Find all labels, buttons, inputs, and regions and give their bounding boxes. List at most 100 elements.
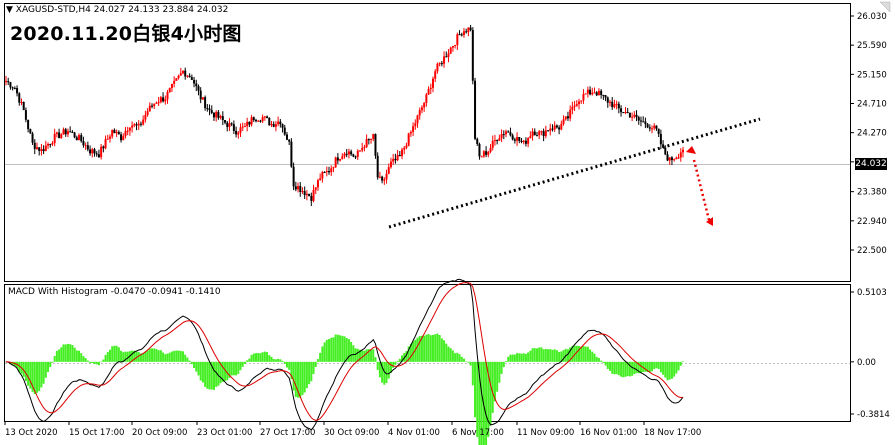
candle-body [120,134,123,141]
macd-histogram-bar [186,357,189,362]
candle-body [243,126,246,128]
macd-histogram-bar [153,348,156,362]
candle-body [190,77,193,80]
macd-histogram-bar [511,354,514,362]
macd-histogram-bar [423,335,426,362]
macd-histogram-bar [270,356,273,362]
macd-histogram-bar [378,361,381,378]
macd-histogram-bar [259,353,262,362]
macd-histogram-bar [668,361,671,380]
candle-body [454,44,457,46]
candle-body [177,75,180,79]
macd-histogram-bar [71,345,74,362]
corner-fold-icon[interactable] [878,0,892,14]
candle-body [358,150,361,152]
candle-body [135,124,138,126]
macd-histogram-bar [201,361,204,383]
candle-body [527,138,530,144]
time-axis: 13 Oct 2020 15 Oct 17:00 20 Oct 09:00 23 Oc… [4,421,701,438]
macd-histogram-bar [425,334,428,362]
macd-histogram-bar [159,350,162,362]
candle-body [412,126,415,132]
candle-body [248,121,251,125]
macd-histogram-bar [108,349,111,362]
candle-body [146,111,149,115]
candle-body [345,153,348,155]
candle-body [330,168,333,173]
candle-body [631,116,634,118]
candle-body [40,149,43,152]
macd-histogram-bar [162,352,165,362]
macd-histogram-bar [639,361,642,373]
candle-body [144,114,147,120]
macd-histogram-bar [449,348,452,362]
macd-histogram-bar [558,351,561,362]
macd-histogram-bar [248,358,251,362]
macd-histogram-bar [343,336,346,362]
candle-body [438,63,441,65]
macd-histogram-bar [58,349,61,362]
candle-body [292,166,295,187]
macd-histogram-bar [544,348,547,362]
candle-body [294,186,297,190]
dropdown-arrow-icon[interactable]: ▼ [6,5,13,15]
macd-histogram-bar [170,351,173,362]
macd-histogram-bar [336,334,339,362]
macd-histogram-bar [670,361,673,379]
macd-histogram-bar [115,345,118,362]
macd-histogram-bar [451,350,454,362]
candle-body [465,31,468,33]
price-tick-label: 25.590 [857,41,887,51]
macd-tick-label: 0.00 [857,358,876,368]
candle-body [29,129,32,134]
candle-body [319,178,322,181]
macd-histogram-bar [465,361,468,362]
macd-histogram-bar [117,347,120,362]
macd-histogram-bar [542,349,545,362]
candle-body [66,131,69,135]
candle-body [27,119,30,130]
candle-body [257,120,260,122]
macd-histogram-bar [113,345,116,362]
macd-histogram-bar [263,351,266,362]
candle-body [173,80,176,84]
candle-body [516,137,519,141]
candle-body [263,116,266,118]
macd-histogram-bar [310,361,313,382]
macd-histogram-bar [416,337,419,362]
candle-body [80,135,83,142]
candle-body [462,31,465,35]
current-price-tag: 24.032 [855,158,887,170]
macd-histogram-bar [653,361,656,370]
time-tick-label: 30 Oct 09:00 [324,428,379,438]
candle-body [624,112,627,114]
macd-histogram-bar [325,339,328,362]
candle-body [47,144,50,146]
candle-body [314,187,317,190]
macd-histogram-bar [458,354,461,362]
candle-body [518,137,521,141]
macd-histogram-bar [673,361,676,377]
macd-histogram-bar [206,361,209,389]
candle-body [142,119,145,125]
candle-body [164,99,167,102]
macd-histogram-bar [146,350,149,362]
candle-body [644,121,647,125]
macd-histogram-bar [64,344,67,362]
candle-body [542,131,545,137]
macd-histogram-bar [168,352,171,362]
candle-body [266,116,269,119]
macd-histogram-bar [91,361,94,364]
candle-body [122,136,125,141]
candle-body [261,117,264,122]
candle-body [467,27,470,33]
time-tick-label: 18 Nov 17:00 [644,428,701,438]
macd-histogram-bar [80,353,83,362]
candle-body [589,89,592,95]
macd-histogram-bar [75,350,78,362]
macd-histogram-bar [243,361,246,364]
candle-body [321,172,324,179]
candle-body [224,120,227,123]
macd-histogram-bar [193,361,196,369]
macd-histogram-bar [440,338,443,362]
